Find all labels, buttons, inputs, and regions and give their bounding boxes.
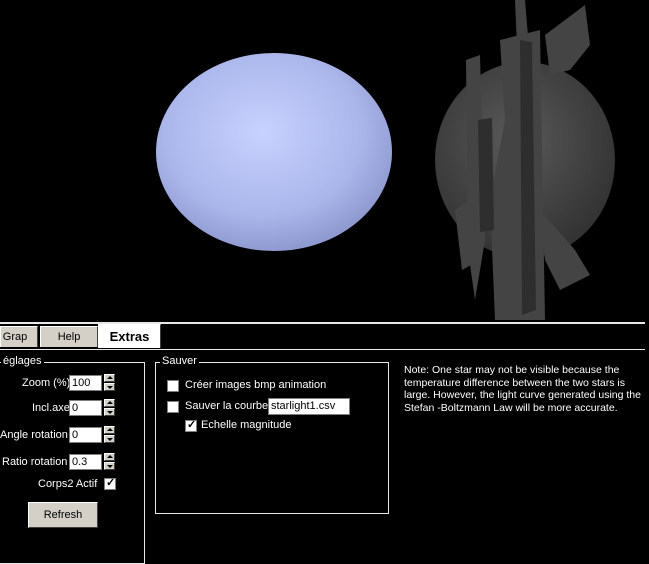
bmp-animation-label: Créer images bmp animation: [185, 379, 327, 391]
zoom-input[interactable]: 100: [69, 375, 102, 391]
reglages-legend: églages: [1, 355, 44, 367]
echelle-magnitude-checkbox[interactable]: ✓: [185, 419, 197, 432]
zoom-label: Zoom (%): [22, 377, 71, 389]
ratio-rotation-spinner[interactable]: [104, 453, 115, 471]
angle-rotation-spinner[interactable]: [104, 426, 115, 444]
tab-help[interactable]: Help: [40, 326, 98, 347]
bmp-animation-checkbox[interactable]: [167, 380, 179, 392]
ratio-rotation-label: Ratio rotation: [2, 456, 68, 468]
corps2-actif-label: Corps2 Actif: [38, 478, 98, 490]
sauver-courbe-checkbox[interactable]: [167, 401, 179, 413]
angle-rotation-label: Angle rotation: [0, 429, 68, 441]
filename-input[interactable]: starlight1.csv: [268, 398, 350, 415]
tab-graph[interactable]: Grap: [0, 326, 38, 347]
star-scene: [156, 0, 615, 320]
corps2-actif-checkbox[interactable]: ✓: [104, 477, 116, 490]
note-text: Note: One star may not be visible becaus…: [404, 364, 641, 414]
check-icon: ✓: [187, 419, 197, 431]
separator: [0, 322, 645, 324]
star-1: [156, 53, 392, 251]
3d-viewport: [0, 0, 645, 320]
sauver-courbe-label: Sauver la courbe: [185, 400, 269, 412]
zoom-spinner[interactable]: [104, 374, 115, 392]
echelle-magnitude-label: Echelle magnitude: [201, 419, 292, 431]
ratio-rotation-input[interactable]: 0.3: [69, 454, 102, 470]
incl-axes-spinner[interactable]: [104, 399, 115, 417]
check-icon: ✓: [106, 477, 116, 489]
sauver-legend: Sauver: [160, 355, 199, 367]
incl-axes-input[interactable]: 0: [69, 400, 102, 416]
refresh-button[interactable]: Refresh: [28, 502, 98, 528]
tab-extras[interactable]: Extras: [98, 324, 161, 348]
angle-rotation-input[interactable]: 0: [69, 427, 102, 443]
